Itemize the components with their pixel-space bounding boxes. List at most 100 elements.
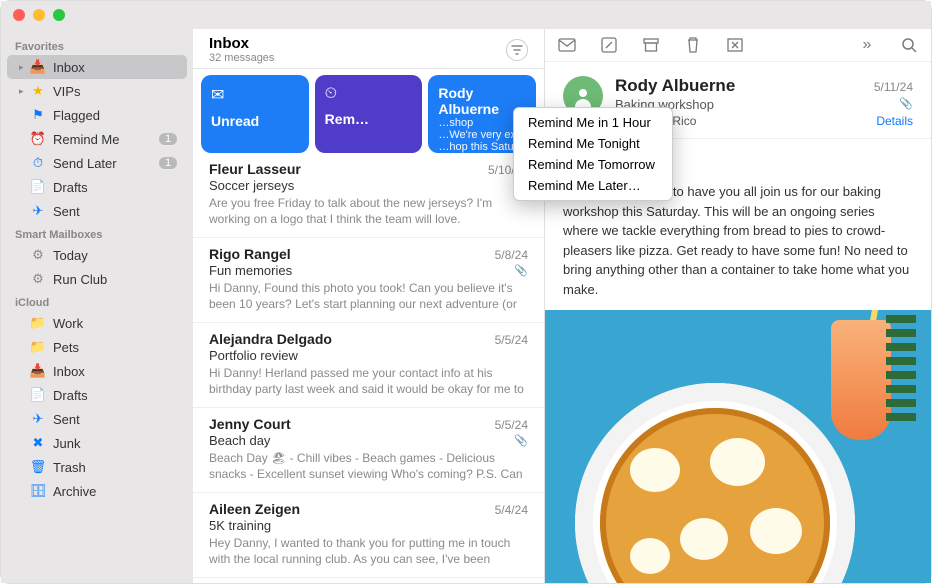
sidebar-item-label: Inbox <box>53 364 177 379</box>
disclosure-icon[interactable]: ▸ <box>19 86 29 97</box>
badge: 1 <box>159 157 177 169</box>
menu-item[interactable]: Remind Me Tonight <box>514 133 672 154</box>
msg-preview: Beach Day 🏖 - Chill vibes - Beach games … <box>209 450 528 482</box>
filter-button[interactable] <box>506 39 528 61</box>
sidebar-item-run-club[interactable]: ⚙Run Club <box>7 267 187 291</box>
menu-item[interactable]: Remind Me Tomorrow <box>514 154 672 175</box>
sidebar-item-label: Inbox <box>53 60 177 75</box>
msg-date: 5/8/24 <box>495 248 528 262</box>
message-row[interactable]: Jenny Court5/5/24Beach day📎Beach Day 🏖 -… <box>193 408 544 493</box>
sidebar: Favorites▸📥Inbox▸★VIPs⚑Flagged⏰Remind Me… <box>1 29 193 583</box>
sidebar-item-trash[interactable]: 🗑Trash <box>7 455 187 479</box>
flag-icon: ⚑ <box>29 107 47 123</box>
sidebar-item-inbox[interactable]: 📥 Inbox <box>7 359 187 383</box>
traffic-lights <box>13 9 65 21</box>
archive-icon[interactable] <box>641 38 661 52</box>
tray-icon: 📥 <box>29 363 47 379</box>
msg-from: Aileen Zeigen <box>209 501 495 517</box>
disclosure-icon[interactable]: ▸ <box>19 62 29 73</box>
gear-icon: ⚙ <box>29 271 47 287</box>
sidebar-section-header: Smart Mailboxes <box>1 223 193 243</box>
mailbox-title: Inbox <box>209 35 506 52</box>
xbox-icon: ✖ <box>29 435 47 451</box>
sidebar-item-label: Today <box>53 248 177 263</box>
msg-subject: Soccer jerseys <box>209 178 294 193</box>
sidebar-item-vips[interactable]: ▸★ VIPs <box>7 79 187 103</box>
msg-from: Jenny Court <box>209 416 495 432</box>
msg-preview: Hi Danny, Found this photo you took! Can… <box>209 280 528 312</box>
sidebar-section-header: iCloud <box>1 291 193 311</box>
menu-item[interactable]: Remind Me in 1 Hour <box>514 112 672 133</box>
sidebar-item-label: Sent <box>53 412 177 427</box>
msg-date: 5/5/24 <box>495 333 528 347</box>
top-cards: ✉Unread⏲Rem…Rody Albuerne…shop…We're ver… <box>193 69 544 153</box>
sidebar-item-label: VIPs <box>53 84 177 99</box>
sidebar-section-header: Favorites <box>1 35 193 55</box>
zoom-window-button[interactable] <box>53 9 65 21</box>
minimize-window-button[interactable] <box>33 9 45 21</box>
message-row[interactable]: Trev Smith5/3/24Illustration reference📎H… <box>193 578 544 583</box>
attachment-icon: 📎 <box>899 97 913 112</box>
envelope-icon[interactable] <box>557 38 577 52</box>
sidebar-item-label: Sent <box>53 204 177 219</box>
sidebar-item-today[interactable]: ⚙ Today <box>7 243 187 267</box>
doc-icon: 📄 <box>29 179 47 195</box>
message-row[interactable]: Alejandra Delgado5/5/24Portfolio reviewH… <box>193 323 544 408</box>
sidebar-item-sent[interactable]: ✈ Sent <box>7 407 187 431</box>
sidebar-item-work[interactable]: 📁Work <box>7 311 187 335</box>
card-title: Rem… <box>325 111 413 127</box>
compose-icon[interactable] <box>599 37 619 53</box>
msg-from: Fleur Lasseur <box>209 161 488 177</box>
msg-from: Rigo Rangel <box>209 246 495 262</box>
sidebar-item-pets[interactable]: 📁Pets <box>7 335 187 359</box>
sidebar-item-label: Send Later <box>53 156 159 171</box>
msg-preview: Hey Danny, I wanted to thank you for put… <box>209 535 528 567</box>
reader-toolbar: » <box>545 29 931 62</box>
email-image <box>545 310 931 583</box>
sidebar-item-label: Remind Me <box>53 132 159 147</box>
message-row[interactable]: Aileen Zeigen5/4/245K trainingHey Danny,… <box>193 493 544 578</box>
trash-icon: 🗑 <box>29 459 47 475</box>
search-icon[interactable] <box>899 37 919 53</box>
titlebar <box>1 1 931 29</box>
sidebar-item-label: Drafts <box>53 180 177 195</box>
sidebar-item-drafts[interactable]: 📄Drafts <box>7 383 187 407</box>
tray-icon: 📥 <box>29 59 47 75</box>
sidebar-item-archive[interactable]: 🗄Archive <box>7 479 187 503</box>
remind-me-context-menu[interactable]: Remind Me in 1 HourRemind Me TonightRemi… <box>513 107 673 201</box>
card-icon: ⏲ <box>325 85 413 103</box>
junk-icon[interactable] <box>725 38 745 52</box>
reader-from: Rody Albuerne <box>615 76 874 96</box>
top-card[interactable]: ⏲ Rem… <box>315 75 423 153</box>
top-card[interactable]: ✉ Unread <box>201 75 309 153</box>
sidebar-item-inbox[interactable]: ▸📥 Inbox <box>7 55 187 79</box>
star-icon: ★ <box>29 83 47 99</box>
folder-icon: 📁 <box>29 315 47 331</box>
message-row[interactable]: Fleur Lasseur5/10/24Soccer jerseysAre yo… <box>193 153 544 238</box>
message-row[interactable]: Rigo Rangel5/8/24Fun memories📎Hi Danny, … <box>193 238 544 323</box>
gear-icon: ⚙ <box>29 247 47 263</box>
trash-icon[interactable] <box>683 37 703 53</box>
sidebar-item-sent[interactable]: ✈Sent <box>7 199 187 223</box>
sidebar-item-send-later[interactable]: ⏱ Send Later1 <box>7 151 187 175</box>
sidebar-item-remind-me[interactable]: ⏰Remind Me1 <box>7 127 187 151</box>
more-icon[interactable]: » <box>857 36 877 54</box>
reader-date: 5/11/24 <box>874 80 913 94</box>
sidebar-item-junk[interactable]: ✖Junk <box>7 431 187 455</box>
menu-item[interactable]: Remind Me Later… <box>514 175 672 196</box>
details-link[interactable]: Details <box>876 114 913 128</box>
clock-icon: ⏰ <box>29 131 47 147</box>
paperplane-icon: ✈ <box>29 411 47 427</box>
message-list[interactable]: Fleur Lasseur5/10/24Soccer jerseysAre yo… <box>193 153 544 583</box>
sidebar-item-flagged[interactable]: ⚑Flagged <box>7 103 187 127</box>
clock-arrow-icon: ⏱ <box>29 155 47 171</box>
mailbox-count: 32 messages <box>209 52 506 64</box>
close-window-button[interactable] <box>13 9 25 21</box>
msg-date: 5/5/24 <box>495 418 528 432</box>
archive-icon: 🗄 <box>29 483 47 499</box>
card-icon: ✉ <box>211 85 299 105</box>
msg-date: 5/4/24 <box>495 503 528 517</box>
card-title: Unread <box>211 113 299 129</box>
sidebar-item-label: Pets <box>53 340 177 355</box>
sidebar-item-drafts[interactable]: 📄 Drafts <box>7 175 187 199</box>
